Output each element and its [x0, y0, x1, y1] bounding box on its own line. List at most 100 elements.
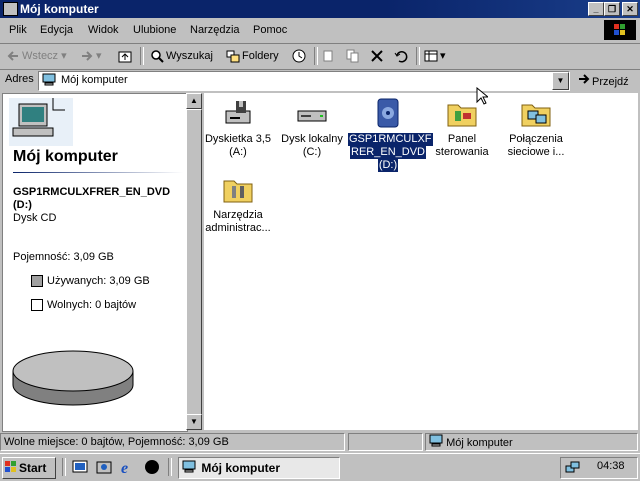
- history-button[interactable]: [292, 48, 308, 64]
- file-label: sterowania: [435, 146, 489, 158]
- forward-arrow-icon: [80, 49, 94, 63]
- file-label: RER_EN_DVD: [350, 146, 426, 159]
- toolbar-separator: [140, 47, 144, 65]
- copy-to-icon: [346, 49, 360, 63]
- toolbar-separator: [314, 47, 318, 65]
- file-item-cd-drive[interactable]: GSP1RMCULXF RER_EN_DVD (D:): [348, 97, 433, 172]
- undo-button[interactable]: [394, 48, 410, 64]
- file-label: Dyskietka 3,5: [204, 133, 272, 145]
- drive-letter: (D:): [13, 199, 32, 211]
- address-value: Mój komputer: [61, 74, 128, 86]
- toolbar: Wstecz ▾ ▾ Wyszukaj Foldery ▾: [0, 44, 640, 70]
- file-label: administrac...: [205, 222, 271, 234]
- search-button[interactable]: Wyszukaj: [150, 48, 213, 64]
- cd-drive-icon: [372, 97, 404, 129]
- clock[interactable]: 04:38: [597, 460, 625, 472]
- menu-favorites[interactable]: Ulubione: [133, 24, 176, 36]
- history-icon: [292, 49, 306, 63]
- internet-explorer-icon[interactable]: e: [120, 459, 136, 477]
- folders-button[interactable]: Foldery: [226, 48, 279, 64]
- taskbar-button-label: Mój komputer: [201, 461, 281, 475]
- move-to-button[interactable]: [322, 48, 338, 64]
- show-desktop-icon[interactable]: [72, 459, 88, 475]
- disk-usage-pie: [11, 349, 135, 414]
- views-icon: [424, 49, 438, 63]
- status-cell-empty: [348, 433, 423, 451]
- used-text: Używanych: 3,09 GB: [47, 275, 150, 287]
- go-arrow-icon: [578, 73, 592, 88]
- minimize-button[interactable]: _: [588, 2, 604, 16]
- scroll-down-button[interactable]: ▼: [186, 414, 202, 430]
- info-pane: Mój komputer GSP1RMCULXFRER_EN_DVD (D:) …: [2, 93, 188, 432]
- status-location: Mój komputer: [425, 433, 638, 451]
- menu-view[interactable]: Widok: [88, 24, 119, 36]
- media-player-icon[interactable]: [144, 459, 160, 475]
- back-label: Wstecz: [22, 50, 59, 62]
- back-arrow-icon: [6, 49, 20, 63]
- delete-button[interactable]: [370, 48, 386, 64]
- title-bar[interactable]: Mój komputer _ ❐ ✕: [0, 0, 640, 18]
- file-label: Dysk lokalny: [281, 133, 343, 145]
- my-computer-large-icon: [9, 98, 73, 146]
- status-location-text: Mój komputer: [446, 436, 513, 449]
- delete-icon: [370, 49, 384, 63]
- taskbar-button-my-computer[interactable]: Mój komputer: [178, 457, 340, 479]
- file-item-local-disk[interactable]: Dysk lokalny (C:): [272, 97, 352, 159]
- menu-file[interactable]: Plik: [9, 24, 27, 36]
- file-item-floppy[interactable]: Dyskietka 3,5 (A:): [198, 97, 278, 159]
- close-button[interactable]: ✕: [622, 2, 638, 16]
- address-input[interactable]: Mój komputer ▼: [38, 71, 570, 91]
- file-label: GSP1RMCULXF: [348, 133, 433, 146]
- heading-rule: [13, 172, 183, 173]
- file-item-control-panel[interactable]: Panel sterowania: [422, 97, 502, 159]
- network-tray-icon[interactable]: [565, 460, 581, 476]
- menu-bar: Plik Edycja Widok Ulubione Narzędzia Pom…: [0, 19, 640, 44]
- address-label: Adres: [5, 73, 34, 85]
- window-title: Mój komputer: [20, 2, 99, 16]
- taskbar: Start e Mój komputer 04:38: [0, 453, 640, 481]
- file-item-network[interactable]: Połączenia sieciowe i...: [496, 97, 576, 159]
- start-button[interactable]: Start: [2, 457, 56, 479]
- drive-name: GSP1RMCULXFRER_EN_DVD: [13, 186, 171, 198]
- views-button[interactable]: ▾: [424, 48, 446, 64]
- free-text: Wolnych: 0 bajtów: [47, 299, 137, 311]
- go-button[interactable]: Przejdź: [578, 73, 629, 88]
- toolbar-separator: [416, 47, 420, 65]
- mouse-cursor-icon: [476, 86, 490, 105]
- capacity-text: Pojemność: 3,09 GB: [13, 251, 114, 263]
- explorer-quicklaunch-icon[interactable]: [96, 459, 112, 475]
- free-legend-swatch: [31, 299, 43, 311]
- taskbar-separator: [168, 458, 172, 476]
- menu-help[interactable]: Pomoc: [253, 24, 287, 36]
- file-label: Panel: [447, 133, 477, 145]
- floppy-drive-icon: [222, 97, 254, 129]
- back-button[interactable]: Wstecz ▾: [6, 48, 67, 64]
- folders-icon: [226, 49, 240, 63]
- menu-tools[interactable]: Narzędzia: [190, 24, 240, 36]
- windows-logo-icon: [604, 20, 636, 40]
- undo-icon: [394, 49, 408, 63]
- hard-drive-icon: [296, 97, 328, 129]
- copy-to-button[interactable]: [346, 48, 362, 64]
- file-item-admin-tools[interactable]: Narzędzia administrac...: [198, 173, 278, 235]
- start-label: Start: [19, 461, 47, 475]
- file-label: Narzędzia: [213, 209, 263, 221]
- file-label: (C:): [302, 146, 322, 158]
- move-to-icon: [322, 49, 336, 63]
- status-text: Wolne miejsce: 0 bajtów, Pojemność: 3,09…: [0, 433, 345, 451]
- address-dropdown-button[interactable]: ▼: [552, 72, 569, 90]
- menu-edit[interactable]: Edycja: [40, 24, 73, 36]
- up-folder-button[interactable]: [118, 48, 134, 64]
- my-computer-icon: [429, 434, 443, 452]
- control-panel-icon: [446, 97, 478, 129]
- search-icon: [150, 49, 164, 63]
- maximize-button[interactable]: ❐: [604, 2, 620, 16]
- file-label: Połączenia: [509, 133, 563, 145]
- svg-text:e: e: [121, 460, 128, 475]
- used-legend-swatch: [31, 275, 43, 287]
- forward-button[interactable]: ▾: [80, 48, 102, 64]
- my-computer-icon: [42, 73, 56, 86]
- drive-type: Dysk CD: [13, 212, 57, 224]
- go-label: Przejdź: [592, 76, 629, 88]
- pane-heading: Mój komputer: [13, 148, 118, 165]
